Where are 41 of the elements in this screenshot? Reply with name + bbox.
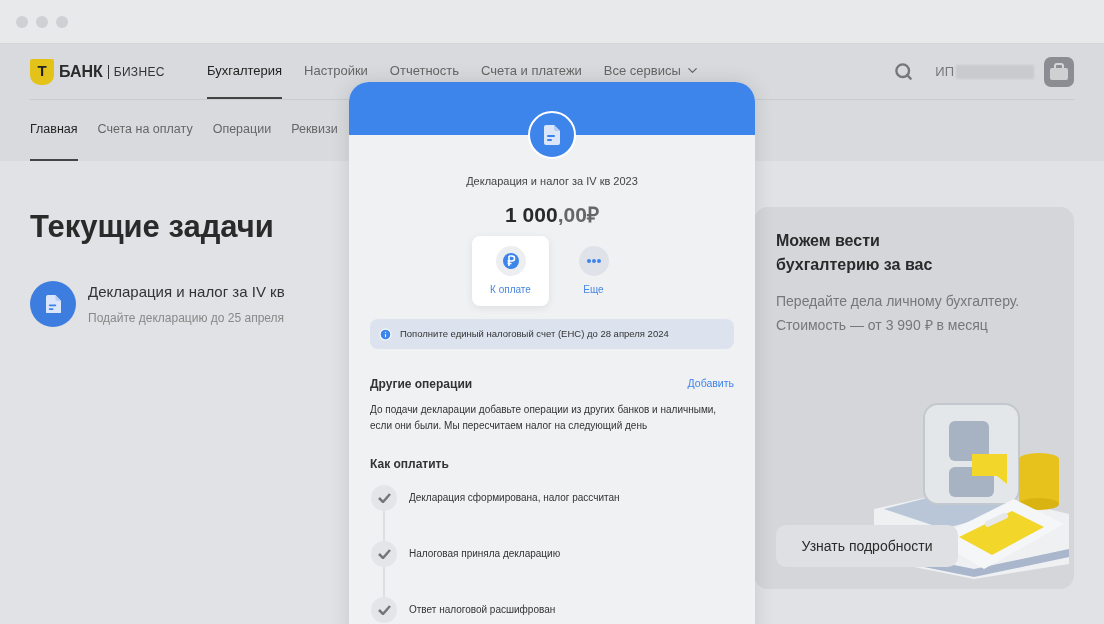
step-label: Налоговая приняла декларацию <box>409 547 561 561</box>
search-icon[interactable] <box>894 62 914 81</box>
more-action[interactable]: Еще <box>555 236 632 306</box>
more-icon <box>586 258 601 263</box>
logo-name: БАНК <box>59 61 103 82</box>
task-title[interactable]: Декларация и налог за IV кв <box>88 281 285 304</box>
add-link[interactable]: Добавить <box>687 376 734 392</box>
logo-suffix: БИЗНЕС <box>113 63 165 81</box>
promo-title: Можем вести бухгалтерию за вас <box>776 231 934 275</box>
task-subtitle: Подайте декларацию до 25 апреля <box>88 309 285 327</box>
logo-mark: Т <box>30 58 54 85</box>
promo-text: Передайте дела личному бухгалтеру. Стоимость — от 3 990 ₽ в месяц <box>776 292 1021 335</box>
check-icon <box>377 493 391 503</box>
nav-tab[interactable]: Настройки <box>304 44 368 99</box>
profile-avatar[interactable] <box>1044 56 1074 87</box>
subnav-tab[interactable]: Реквизи <box>291 100 338 161</box>
briefcase-icon <box>1049 62 1069 81</box>
amount: 1 000,00₽ <box>504 201 600 228</box>
document-icon <box>45 294 61 314</box>
info-icon <box>379 327 392 341</box>
learn-more-button[interactable]: Узнать подробности <box>776 525 958 567</box>
modal-title: Декларация и налог за IV кв 2023 <box>465 174 639 189</box>
section-title: Другие операции <box>370 376 473 393</box>
pay-action[interactable]: К оплате <box>472 236 549 306</box>
subnav-tab[interactable]: Главная <box>30 100 78 161</box>
step-label: Ответ налоговой расшифрован <box>409 603 556 617</box>
other-ops-text: До подачи декларации добавьте операции из других банков и наличными, если они были. Мы пересчитаем налог на следующий день <box>370 403 718 433</box>
nav-tab[interactable]: Бухгалтерия <box>207 44 283 99</box>
document-icon <box>544 125 560 145</box>
task-icon[interactable] <box>30 281 76 327</box>
subnav-tab[interactable]: Счета на оплату <box>97 100 193 161</box>
subnav-tab[interactable]: Операции <box>212 100 272 161</box>
ruble-tag-icon <box>501 251 520 270</box>
check-icon <box>377 605 391 615</box>
account-prefix: ИП <box>935 62 954 81</box>
nav-tab[interactable]: Все сервисы <box>603 44 700 99</box>
check-icon <box>377 549 391 559</box>
notice-text: Пополните единый налоговый счет (ЕНС) до 28 апреля 2024 <box>400 326 669 341</box>
page-title: Текущие задачи <box>30 208 275 246</box>
step-label: Декларация сформирована, налог рассчитан <box>409 491 620 505</box>
section-title: Как оплатить <box>370 456 450 473</box>
